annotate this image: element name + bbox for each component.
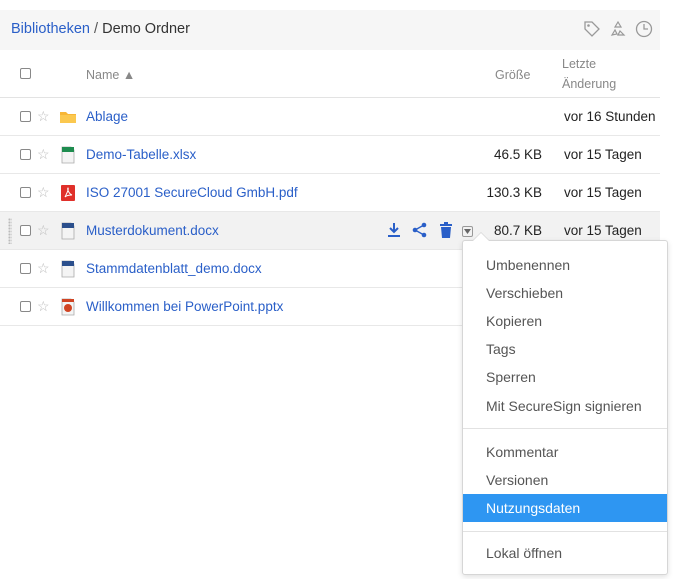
- pdf-file-icon: [59, 184, 77, 202]
- menu-item-securesign[interactable]: Mit SecureSign signieren: [463, 392, 667, 420]
- file-context-menu: Umbenennen Verschieben Kopieren Tags Spe…: [462, 232, 668, 575]
- menu-item-tags[interactable]: Tags: [463, 335, 667, 363]
- header-actions: [582, 19, 654, 39]
- star-icon[interactable]: ☆: [37, 147, 50, 161]
- menu-item-rename[interactable]: Umbenennen: [463, 251, 667, 279]
- delete-icon[interactable]: [438, 221, 454, 239]
- column-header-size[interactable]: Größe: [495, 68, 530, 82]
- menu-item-versions[interactable]: Versionen: [463, 466, 667, 494]
- column-header-modified[interactable]: Letzte Änderung: [562, 54, 642, 94]
- menu-item-open-locally[interactable]: Lokal öffnen: [463, 539, 667, 567]
- file-name-link[interactable]: Demo-Tabelle.xlsx: [86, 147, 196, 162]
- menu-divider: [463, 531, 667, 532]
- toolbar-header: Bibliotheken / Demo Ordner: [0, 10, 660, 50]
- row-checkbox[interactable]: [20, 111, 31, 122]
- star-icon[interactable]: ☆: [37, 223, 50, 237]
- share-icon[interactable]: [412, 221, 428, 239]
- star-icon[interactable]: ☆: [37, 185, 50, 199]
- download-icon[interactable]: [386, 221, 402, 239]
- file-name-link[interactable]: ISO 27001 SecureCloud GmbH.pdf: [86, 185, 298, 200]
- file-name-link[interactable]: Stammdatenblatt_demo.docx: [86, 261, 262, 276]
- table-row[interactable]: ☆ Ablage vor 16 Stunden: [0, 98, 660, 136]
- table-row[interactable]: ☆ ISO 27001 SecureCloud GmbH.pdf 130.3 K…: [0, 174, 660, 212]
- tag-icon[interactable]: [582, 19, 602, 39]
- table-row[interactable]: ☆ Demo-Tabelle.xlsx 46.5 KB vor 15 Tagen: [0, 136, 660, 174]
- breadcrumb-root-link[interactable]: Bibliotheken: [11, 21, 90, 37]
- column-header-name[interactable]: Name ▲: [86, 68, 135, 82]
- breadcrumb: Bibliotheken / Demo Ordner: [11, 21, 190, 37]
- menu-item-usage-data[interactable]: Nutzungsdaten: [463, 494, 667, 522]
- file-modified: vor 16 Stunden: [564, 109, 656, 124]
- file-modified: vor 15 Tagen: [564, 223, 642, 238]
- row-checkbox[interactable]: [20, 225, 31, 236]
- row-checkbox[interactable]: [20, 149, 31, 160]
- menu-item-lock[interactable]: Sperren: [463, 363, 667, 391]
- history-icon[interactable]: [634, 19, 654, 39]
- menu-item-move[interactable]: Verschieben: [463, 279, 667, 307]
- select-all-checkbox[interactable]: [20, 68, 31, 79]
- word-file-icon: [59, 222, 77, 240]
- file-name-link[interactable]: Willkommen bei PowerPoint.pptx: [86, 299, 283, 314]
- recycle-icon[interactable]: [608, 19, 628, 39]
- row-checkbox[interactable]: [20, 187, 31, 198]
- excel-file-icon: [59, 146, 77, 164]
- chevron-down-icon: [464, 229, 471, 234]
- menu-divider: [463, 428, 667, 429]
- file-size: 130.3 KB: [486, 185, 542, 200]
- file-size: 46.5 KB: [493, 147, 542, 162]
- column-header-modified-line2: Änderung: [562, 77, 617, 91]
- table-header: Name ▲ Größe Letzte Änderung: [0, 52, 660, 98]
- star-icon[interactable]: ☆: [37, 261, 50, 275]
- file-modified: vor 15 Tagen: [564, 185, 642, 200]
- drag-handle[interactable]: [8, 218, 12, 244]
- menu-caret: [473, 233, 489, 241]
- column-header-modified-line1: Letzte: [562, 57, 597, 71]
- row-checkbox[interactable]: [20, 263, 31, 274]
- menu-item-copy[interactable]: Kopieren: [463, 307, 667, 335]
- row-actions: [386, 221, 454, 239]
- row-checkbox[interactable]: [20, 301, 31, 312]
- file-modified: vor 15 Tagen: [564, 147, 642, 162]
- folder-icon: [59, 108, 77, 126]
- star-icon[interactable]: ☆: [37, 299, 50, 313]
- menu-item-comment[interactable]: Kommentar: [463, 438, 667, 466]
- breadcrumb-current: Demo Ordner: [102, 21, 190, 37]
- file-name-link[interactable]: Ablage: [86, 109, 128, 124]
- powerpoint-file-icon: [59, 298, 77, 316]
- file-size: 80.7 KB: [493, 223, 542, 238]
- star-icon[interactable]: ☆: [37, 109, 50, 123]
- breadcrumb-separator: /: [90, 21, 103, 37]
- word-file-icon: [59, 260, 77, 278]
- file-name-link[interactable]: Musterdokument.docx: [86, 223, 219, 238]
